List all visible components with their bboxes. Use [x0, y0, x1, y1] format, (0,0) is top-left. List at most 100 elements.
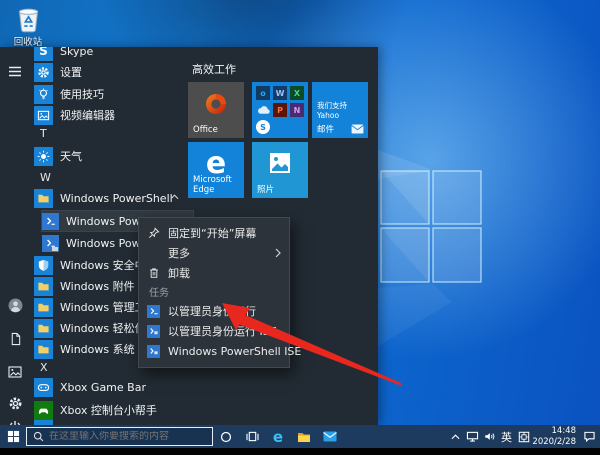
app-settings[interactable]: 设置 — [34, 62, 185, 82]
powershell-context-menu: 固定到“开始”屏幕 更多 卸载 任务 以管理员身份运行 以管理员身份运行 ISE — [138, 217, 290, 368]
office-apps-minigrid: o W X P N S — [255, 85, 305, 135]
cortana-icon[interactable] — [213, 425, 239, 448]
powershell-icon — [42, 213, 59, 230]
section-header-x[interactable]: X — [40, 361, 48, 375]
tile-photos-label: 照片 — [257, 183, 274, 195]
clock-date: 2020/2/28 — [532, 437, 576, 447]
mail-tile-promo: 我们支持 Yahoo — [317, 100, 368, 120]
envelope-icon — [351, 124, 364, 134]
outlook-icon: o — [256, 86, 270, 100]
tile-mail-yahoo[interactable]: 我们支持 Yahoo 邮件 — [312, 82, 368, 138]
action-center-icon[interactable] — [578, 425, 600, 448]
clock[interactable]: 14:48 2020/2/28 — [532, 426, 578, 446]
menu-item-powershell-ise[interactable]: Windows PowerShell ISE — [139, 341, 289, 361]
tile-photos[interactable]: 照片 — [252, 142, 308, 198]
sun-icon — [34, 147, 53, 166]
folder-icon — [34, 319, 53, 338]
powershell-ise-icon — [147, 345, 160, 358]
office-logo-icon — [204, 92, 228, 116]
tile-edge[interactable]: e Microsoft Edge — [188, 142, 244, 198]
mail-taskbar-icon[interactable] — [317, 425, 343, 448]
recycle-bin-label: 回收站 — [6, 34, 50, 48]
xbox-game-bar-icon — [34, 378, 53, 397]
gear-icon — [34, 63, 53, 82]
menu-item-uninstall[interactable]: 卸载 — [139, 263, 289, 283]
tile-office-apps-folder[interactable]: o W X P N S — [252, 82, 308, 138]
tile-mail-label: 邮件 — [317, 123, 334, 135]
folder-icon — [34, 340, 53, 359]
menu-item-more[interactable]: 更多 — [139, 243, 289, 263]
menu-item-label: 以管理员身份运行 — [168, 303, 256, 319]
tile-office[interactable]: Office — [188, 82, 244, 138]
app-label: 天气 — [60, 148, 82, 164]
ime-language-indicator[interactable]: 英 — [498, 425, 515, 448]
system-tray: 英 14:48 2020/2/28 — [447, 425, 600, 448]
app-label: Skype — [60, 47, 93, 58]
app-xbox-console[interactable]: Xbox 控制台小帮手 — [34, 400, 185, 420]
app-label: Windows 附件 — [60, 278, 135, 294]
menu-item-label: Windows PowerShell ISE — [168, 345, 301, 358]
menu-item-label: 更多 — [168, 245, 190, 261]
onedrive-icon — [256, 103, 270, 117]
app-label: Windows 系统 — [60, 341, 135, 357]
powershell-icon — [147, 305, 160, 318]
app-powershell-folder[interactable]: Windows PowerShell — [34, 188, 185, 208]
onenote-icon: N — [290, 103, 304, 117]
excel-icon: X — [290, 86, 304, 100]
shield-icon — [34, 256, 53, 275]
video-editor-icon — [34, 106, 53, 125]
windows-logo-icon — [7, 430, 20, 443]
word-icon: W — [273, 86, 287, 100]
app-weather[interactable]: 天气 — [34, 146, 185, 166]
photos-icon — [269, 152, 291, 174]
windows-desktop: 回收站 S — [0, 0, 600, 455]
edge-taskbar-icon[interactable]: e — [265, 425, 291, 448]
chevron-right-icon — [275, 248, 281, 258]
folder-icon — [34, 298, 53, 317]
tile-edge-label: Microsoft Edge — [193, 175, 244, 195]
folder-icon — [34, 189, 53, 208]
section-header-w[interactable]: W — [40, 171, 51, 185]
tile-group-title[interactable]: 高效工作 — [192, 61, 236, 77]
recycle-bin[interactable]: 回收站 — [6, 4, 50, 48]
search-input[interactable] — [49, 431, 206, 442]
search-icon — [33, 431, 44, 442]
taskbar: e 英 14:48 2020/2/28 — [0, 425, 600, 448]
app-label: Xbox Game Bar — [60, 381, 146, 394]
section-header-t[interactable]: T — [40, 127, 47, 141]
app-label: 设置 — [60, 64, 82, 80]
trash-icon — [147, 267, 160, 280]
menu-item-label: 卸载 — [168, 265, 190, 281]
powershell-ise-icon — [147, 325, 160, 338]
skype-icon: S — [34, 47, 53, 61]
app-video-editor[interactable]: 视频编辑器 — [34, 105, 185, 125]
powershell-x86-icon — [42, 235, 59, 252]
app-label: Windows PowerShell — [60, 192, 173, 205]
pin-icon — [147, 227, 160, 240]
menu-item-pin-to-start[interactable]: 固定到“开始”屏幕 — [139, 223, 289, 243]
tray-chevron-up-icon[interactable] — [447, 425, 464, 448]
network-icon[interactable] — [464, 425, 481, 448]
app-label: 视频编辑器 — [60, 107, 115, 123]
powerpoint-icon: P — [273, 103, 287, 117]
task-view-icon[interactable] — [239, 425, 265, 448]
app-xbox-game-bar[interactable]: Xbox Game Bar — [34, 377, 185, 397]
app-label: 使用技巧 — [60, 86, 104, 102]
start-button[interactable] — [0, 425, 26, 448]
tile-office-label: Office — [193, 125, 218, 135]
recycle-bin-icon — [15, 4, 42, 33]
app-tips[interactable]: 使用技巧 — [34, 84, 185, 104]
volume-icon[interactable] — [481, 425, 498, 448]
menu-item-label: 以管理员身份运行 ISE — [168, 323, 277, 339]
ime-mode-icon[interactable] — [515, 425, 532, 448]
taskbar-search[interactable] — [26, 427, 213, 446]
menu-item-label: 固定到“开始”屏幕 — [168, 225, 256, 241]
chevron-up-icon[interactable] — [170, 194, 179, 200]
menu-item-run-as-admin[interactable]: 以管理员身份运行 — [139, 301, 289, 321]
xbox-console-icon — [34, 401, 53, 420]
menu-item-run-as-admin-ise[interactable]: 以管理员身份运行 ISE — [139, 321, 289, 341]
app-skype[interactable]: S Skype — [34, 47, 185, 61]
file-explorer-icon[interactable] — [291, 425, 317, 448]
bottom-black-strip — [0, 448, 600, 455]
skype-mini-icon: S — [256, 120, 270, 134]
